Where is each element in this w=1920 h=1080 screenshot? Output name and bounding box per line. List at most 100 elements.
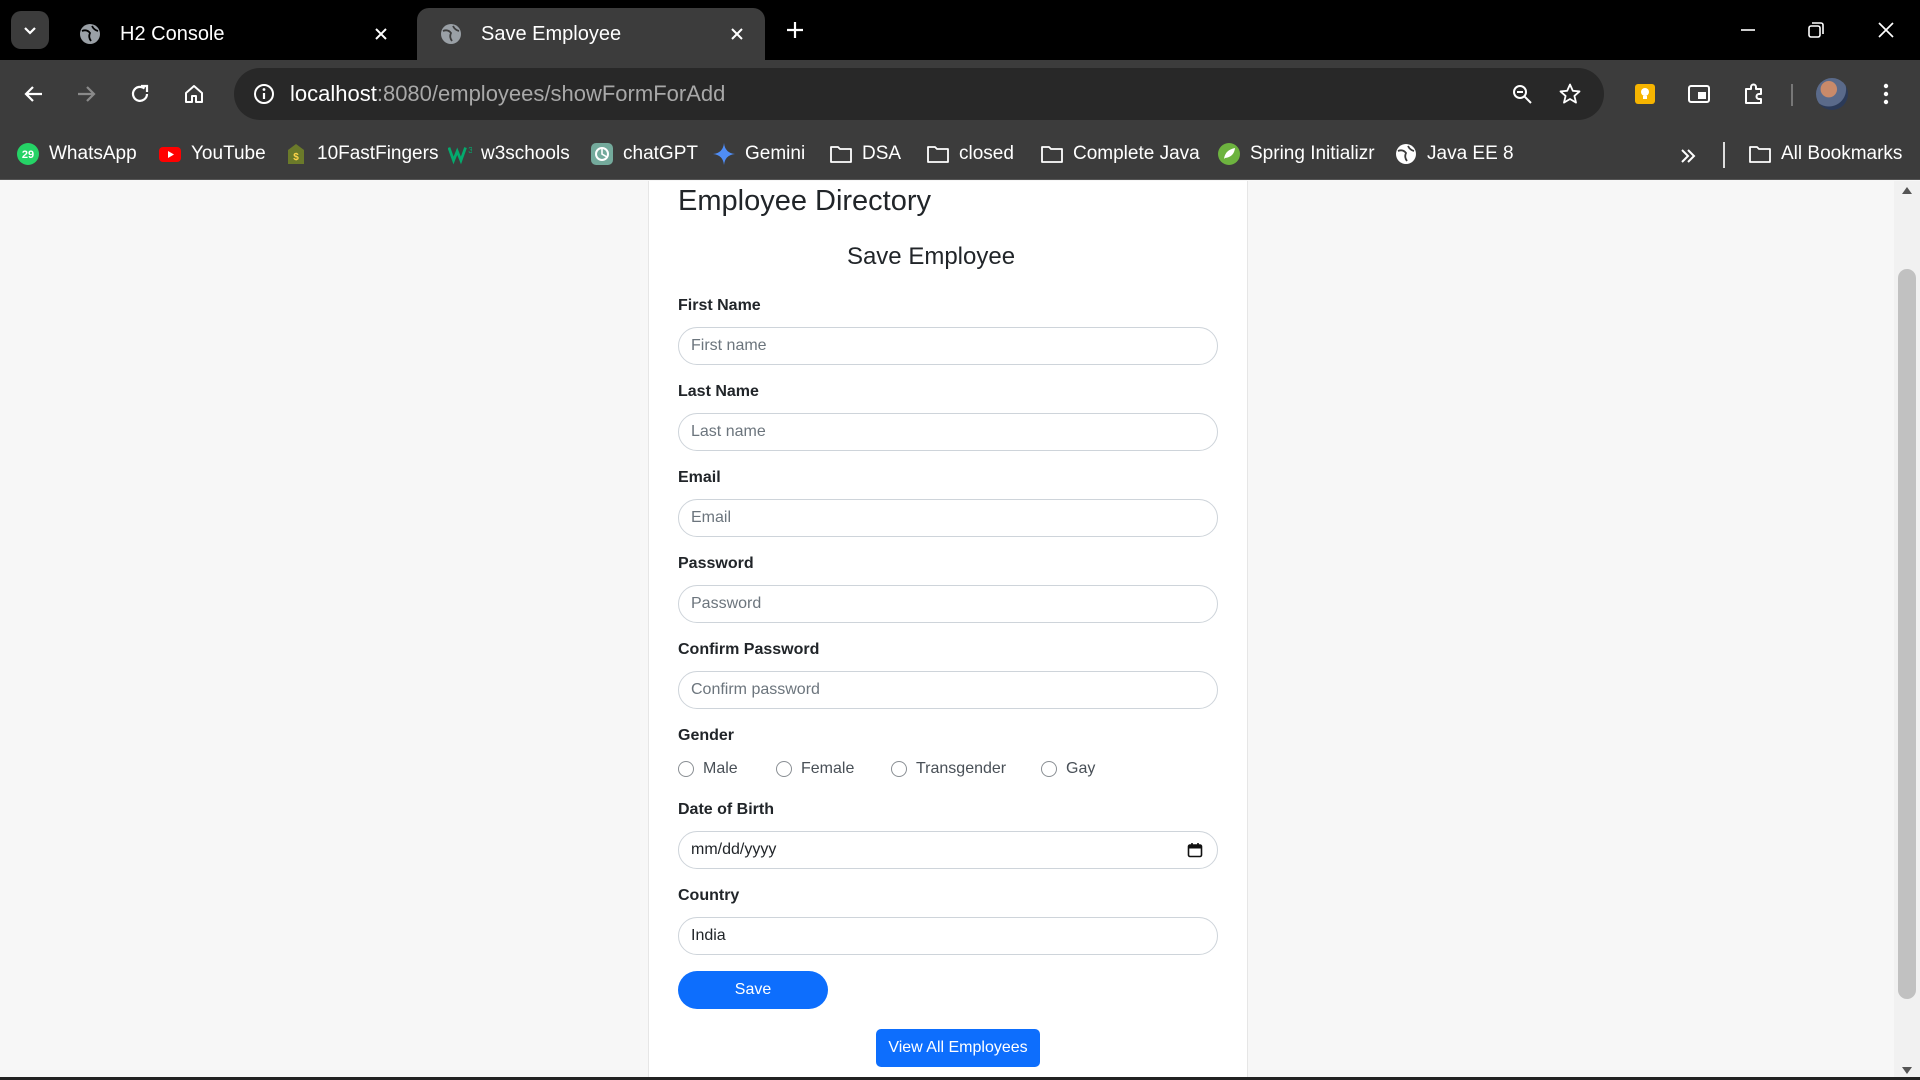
radio-button[interactable] (678, 761, 694, 777)
dob-field[interactable]: mm/dd/yyyy (678, 831, 1218, 869)
radio-label: Female (801, 760, 855, 777)
form-card: Employee Directory Save Employee First N… (648, 181, 1248, 1080)
bookmark-whatsapp[interactable]: 29 WhatsApp (16, 140, 137, 168)
tab-search-button[interactable] (11, 11, 49, 49)
close-icon (1878, 22, 1894, 38)
country-label: Country (678, 887, 740, 904)
gender-radio-gay[interactable]: Gay (1041, 759, 1095, 779)
reload-button[interactable] (120, 74, 160, 114)
back-button[interactable] (14, 74, 54, 114)
tab-h2-console[interactable]: H2 Console (56, 8, 409, 60)
last-name-field[interactable]: Last name (678, 413, 1218, 451)
radio-button[interactable] (891, 761, 907, 777)
home-button[interactable] (174, 74, 214, 114)
bookmark-folder-closed[interactable]: closed (926, 140, 1014, 168)
bookmark-youtube[interactable]: YouTube (158, 140, 266, 168)
restore-icon (1808, 22, 1824, 38)
folder-icon (1040, 142, 1064, 166)
bookmark-label: YouTube (191, 143, 266, 164)
zoom-icon[interactable] (1506, 78, 1538, 110)
whatsapp-badge: 29 (22, 149, 34, 161)
bookmark-label: DSA (862, 143, 902, 164)
bookmark-gemini[interactable]: Gemini (712, 140, 805, 168)
star-icon[interactable] (1554, 78, 1586, 110)
close-icon[interactable] (369, 22, 393, 46)
save-button[interactable]: Save (678, 971, 828, 1009)
keep-icon (1635, 84, 1655, 104)
minimize-icon (1741, 29, 1755, 31)
new-tab-button[interactable] (779, 14, 811, 46)
gender-label: Gender (678, 727, 735, 744)
tab-save-employee[interactable]: Save Employee (417, 8, 765, 60)
site-info-icon[interactable] (248, 78, 280, 110)
first-name-label: First Name (678, 297, 761, 314)
10fastfingers-icon: $ (284, 142, 308, 166)
gender-radio-transgender[interactable]: Transgender (891, 759, 1006, 779)
globe-icon (80, 24, 100, 44)
extension-keep-button[interactable] (1625, 74, 1665, 114)
address-bar[interactable]: localhost:8080/employees/showFormForAdd (234, 68, 1604, 120)
bookmarks-bar: 29 WhatsApp YouTube $ 10FastFingers 3 w3… (0, 128, 1920, 180)
profile-avatar[interactable] (1816, 78, 1848, 110)
bookmarks-overflow-button[interactable] (1674, 142, 1702, 170)
media-button[interactable] (1679, 74, 1719, 114)
bookmark-java-ee-8[interactable]: Java EE 8 (1394, 140, 1514, 168)
whatsapp-icon: 29 (16, 142, 40, 166)
extensions-button[interactable] (1734, 74, 1774, 114)
country-value: India (691, 927, 726, 944)
password-label: Password (678, 555, 754, 572)
close-icon[interactable] (725, 22, 749, 46)
gender-radio-male[interactable]: Male (678, 759, 738, 779)
w3schools-icon: 3 (448, 142, 472, 166)
form-title: Save Employee (846, 243, 1016, 270)
bookmark-folder-dsa[interactable]: DSA (829, 140, 901, 168)
scroll-thumb[interactable] (1898, 269, 1916, 999)
password-field[interactable]: Password (678, 585, 1218, 623)
calendar-icon[interactable] (1187, 842, 1203, 858)
first-name-field[interactable]: First name (678, 327, 1218, 365)
media-icon (1688, 85, 1710, 103)
scroll-up-arrow-icon[interactable] (1902, 187, 1912, 194)
arrow-left-icon (24, 86, 42, 102)
bookmark-label: Spring Initializr (1250, 143, 1375, 164)
plus-icon (787, 22, 803, 38)
bookmark-spring-initializr[interactable]: Spring Initializr (1217, 140, 1375, 168)
vertical-scrollbar[interactable] (1894, 181, 1920, 1080)
scroll-down-arrow-icon[interactable] (1902, 1067, 1912, 1074)
forward-button[interactable] (66, 74, 106, 114)
email-label: Email (678, 469, 721, 486)
folder-icon (829, 142, 853, 166)
bookmark-folder-complete-java[interactable]: Complete Java (1040, 140, 1200, 168)
svg-text:$: $ (293, 152, 299, 163)
radio-button[interactable] (1041, 761, 1057, 777)
tab-title: H2 Console (120, 22, 225, 45)
view-all-employees-button[interactable]: View All Employees (876, 1029, 1040, 1067)
url-host: localhost (290, 81, 377, 106)
dob-placeholder: mm/dd/yyyy (691, 841, 777, 858)
chevron-down-icon (24, 27, 36, 35)
country-field[interactable]: India (678, 917, 1218, 955)
password-placeholder: Password (691, 595, 762, 612)
close-window-button[interactable] (1866, 12, 1906, 48)
all-bookmarks-button[interactable]: All Bookmarks (1748, 140, 1902, 168)
folder-icon (1748, 142, 1772, 166)
home-icon (185, 85, 203, 103)
minimize-button[interactable] (1728, 12, 1768, 48)
confirm-password-field[interactable]: Confirm password (678, 671, 1218, 709)
bookmark-10fastfingers[interactable]: $ 10FastFingers (284, 140, 438, 168)
bookmark-w3schools[interactable]: 3 w3schools (448, 140, 570, 168)
bookmark-label: Java EE 8 (1427, 143, 1514, 164)
bookmark-label: Complete Java (1073, 143, 1200, 164)
bookmark-chatgpt[interactable]: chatGPT (590, 140, 698, 168)
radio-label: Transgender (916, 760, 1007, 777)
browser-toolbar: localhost:8080/employees/showFormForAdd (0, 60, 1920, 128)
gender-radio-female[interactable]: Female (776, 759, 854, 779)
restore-button[interactable] (1796, 12, 1836, 48)
last-name-placeholder: Last name (691, 423, 766, 440)
menu-button[interactable] (1866, 74, 1906, 114)
radio-button[interactable] (776, 761, 792, 777)
dob-label: Date of Birth (678, 801, 774, 818)
chatgpt-icon (590, 142, 614, 166)
email-field[interactable]: Email (678, 499, 1218, 537)
url-text: localhost:8080/employees/showFormForAdd (290, 81, 725, 107)
